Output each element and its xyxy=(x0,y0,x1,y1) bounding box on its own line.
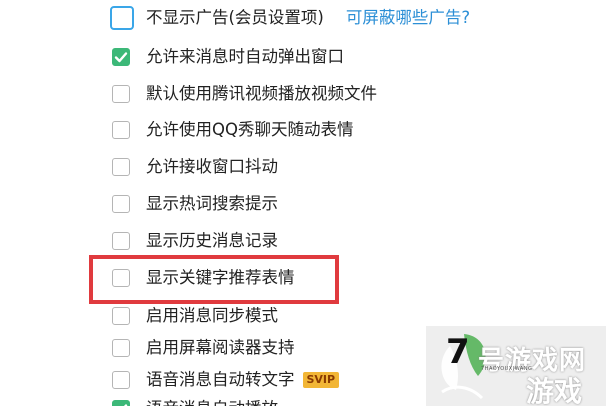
voice-to-text-checkbox[interactable] xyxy=(112,371,130,389)
option-label: 允许接收窗口抖动 xyxy=(146,157,278,176)
option-label: 允许来消息时自动弹出窗口 xyxy=(146,47,344,66)
option-window-shake[interactable]: 允许接收窗口抖动 xyxy=(112,154,278,180)
option-label: 语音消息自动转文字 xyxy=(146,370,295,389)
option-auto-popup[interactable]: 允许来消息时自动弹出窗口 xyxy=(112,44,344,70)
msg-sync-checkbox[interactable] xyxy=(112,307,130,325)
option-tencent-video[interactable]: 默认使用腾讯视频播放视频文件 xyxy=(112,81,377,107)
hide-ads-checkbox[interactable] xyxy=(110,6,134,30)
option-label: 显示热词搜索提示 xyxy=(146,194,278,213)
option-label: 显示历史消息记录 xyxy=(146,231,278,250)
window-shake-checkbox[interactable] xyxy=(112,158,130,176)
checkmark-icon xyxy=(114,52,128,63)
option-screen-reader[interactable]: 启用屏幕阅读器支持 xyxy=(112,335,295,361)
highlight-box xyxy=(89,255,339,304)
option-label: 默认使用腾讯视频播放视频文件 xyxy=(146,84,377,103)
option-label: 允许使用QQ秀聊天随动表情 xyxy=(146,120,354,139)
option-label: 启用屏幕阅读器支持 xyxy=(146,338,295,357)
option-label: 不显示广告(会员设置项) xyxy=(146,8,324,27)
tencent-video-checkbox[interactable] xyxy=(112,85,130,103)
option-label: 启用消息同步模式 xyxy=(146,306,278,325)
svip-badge: SVIP xyxy=(302,372,340,388)
which-ads-link[interactable]: 可屏蔽哪些广告? xyxy=(346,5,470,31)
watermark-number: 7 xyxy=(446,332,470,372)
screen-reader-checkbox[interactable] xyxy=(112,339,130,357)
option-hide-ads[interactable]: 不显示广告(会员设置项) 可屏蔽哪些广告? xyxy=(110,5,470,31)
option-label: 语音消息自动播放 xyxy=(146,396,278,406)
option-msg-sync[interactable]: 启用消息同步模式 xyxy=(112,303,278,329)
watermark-subtitle: 7HAOYOUXIWANG xyxy=(481,366,533,372)
option-hot-search[interactable]: 显示热词搜索提示 xyxy=(112,191,278,217)
history-checkbox[interactable] xyxy=(112,232,130,250)
option-qq-show-emote[interactable]: 允许使用QQ秀聊天随动表情 xyxy=(112,117,353,143)
qq-show-emote-checkbox[interactable] xyxy=(112,121,130,139)
auto-popup-checkbox[interactable] xyxy=(112,48,130,66)
option-voice-autoplay[interactable]: 语音消息自动播放 xyxy=(112,396,278,406)
option-voice-to-text[interactable]: 语音消息自动转文字 SVIP xyxy=(112,367,340,393)
site-watermark: 7 号游戏网 7HAOYOUXIWANG 游戏 xyxy=(426,326,606,406)
watermark-tag: 游戏 xyxy=(526,375,583,406)
checkmark-icon xyxy=(123,404,128,406)
settings-panel: 不显示广告(会员设置项) 可屏蔽哪些广告? 允许来消息时自动弹出窗口 默认使用腾… xyxy=(0,0,606,406)
option-history[interactable]: 显示历史消息记录 xyxy=(112,228,278,254)
hot-search-checkbox[interactable] xyxy=(112,195,130,213)
voice-autoplay-checkbox[interactable] xyxy=(112,400,130,406)
